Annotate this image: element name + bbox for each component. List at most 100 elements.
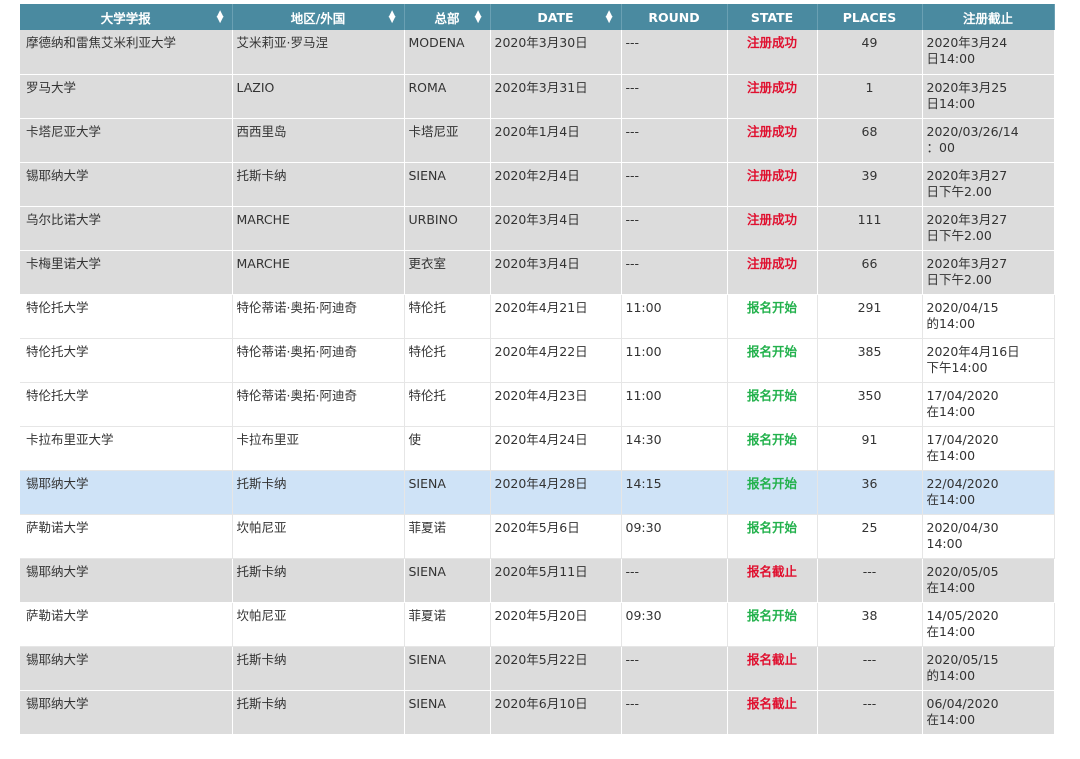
cell-deadline: 2020年3月25 日14:00 (922, 74, 1055, 119)
deadline-line-1: 2020年3月24 (926, 35, 1008, 50)
deadline-line-2: 在14:00 (926, 491, 976, 507)
deadline-line-2: 下午14:00 (926, 359, 988, 375)
sort-icon[interactable]: ▲ ▼ (606, 10, 613, 25)
table-row[interactable]: 特伦托大学 特伦蒂诺·奥拓·阿迪奇 特伦托 2020年4月21日 11:00 报名开始 29… (20, 294, 1055, 339)
cell-deadline: 17/04/2020 在14:00 (922, 382, 1055, 427)
cell-round: 11:00 (621, 382, 728, 427)
cell-state: 注册成功 (727, 74, 818, 119)
cell-headquarters: 卡塔尼亚 (404, 118, 491, 163)
deadline-line-1: 2020/05/15 (926, 651, 999, 667)
cell-deadline: 2020/05/05 在14:00 (922, 558, 1055, 603)
deadline-line-2: ：00 (926, 139, 955, 155)
sort-icon[interactable]: ▲ ▼ (389, 10, 396, 25)
cell-region: MARCHE (232, 206, 405, 251)
deadline-line-1: 2020年4月16日 (926, 343, 1020, 359)
header-university[interactable]: 大学学报 ▲ ▼ (20, 4, 233, 30)
table-row[interactable]: 乌尔比诺大学 MARCHE URBINO 2020年3月4日 --- 注册成功 111 202… (20, 206, 1055, 251)
cell-university: 特伦托大学 (20, 338, 233, 383)
table-row[interactable]: 萨勒诺大学 坎帕尼亚 菲夏诺 2020年5月6日 09:30 报名开始 25 2020/04/… (20, 514, 1055, 559)
cell-round: --- (621, 118, 728, 163)
cell-region: 特伦蒂诺·奥拓·阿迪奇 (232, 294, 405, 339)
cell-places: 91 (817, 426, 923, 471)
header-headquarters[interactable]: 总部 ▲ ▼ (404, 4, 491, 30)
header-round: ROUND (621, 4, 728, 30)
header-deadline: 注册截止 (922, 4, 1055, 30)
header-region[interactable]: 地区/外国 ▲ ▼ (232, 4, 405, 30)
cell-places: 291 (817, 294, 923, 339)
table-row[interactable]: 锡耶纳大学 托斯卡纳 SIENA 2020年5月22日 --- 报名截止 --- 2020/0… (20, 646, 1055, 691)
table-row[interactable]: 罗马大学 LAZIO ROMA 2020年3月31日 --- 注册成功 1 2020年3月25… (20, 74, 1055, 119)
cell-places: 39 (817, 162, 923, 207)
cell-state: 报名开始 (727, 338, 818, 383)
deadline-line-1: 17/04/2020 (926, 387, 999, 403)
cell-university: 卡拉布里亚大学 (20, 426, 233, 471)
cell-round: --- (621, 74, 728, 119)
deadline-line-2: 的14:00 (926, 667, 976, 683)
cell-state: 注册成功 (727, 250, 818, 295)
cell-date: 2020年5月11日 (490, 558, 622, 603)
cell-places: --- (817, 558, 923, 603)
cell-headquarters: 菲夏诺 (404, 602, 491, 647)
cell-deadline: 2020/05/15 的14:00 (922, 646, 1055, 691)
cell-deadline: 2020年4月16日 下午14:00 (922, 338, 1055, 383)
sort-icon[interactable]: ▲ ▼ (475, 10, 482, 25)
cell-round: 09:30 (621, 514, 728, 559)
cell-headquarters: 菲夏诺 (404, 514, 491, 559)
cell-date: 2020年1月4日 (490, 118, 622, 163)
cell-state: 报名截止 (727, 558, 818, 603)
deadline-line-2: 日下午2.00 (926, 227, 992, 243)
table-row[interactable]: 卡拉布里亚大学 卡拉布里亚使 2020年4月24日 14:30 报名开始 91 17/04/… (20, 426, 1055, 471)
deadline-line-1: 2020/05/05 (926, 563, 999, 579)
sort-icon[interactable]: ▲ ▼ (217, 10, 224, 25)
cell-university: 摩德纳和雷焦艾米利亚大学 (20, 30, 233, 75)
cell-round: --- (621, 30, 728, 75)
table-row[interactable]: 萨勒诺大学 坎帕尼亚 菲夏诺 2020年5月20日 09:30 报名开始 38 14/05/2… (20, 602, 1055, 647)
cell-region: 托斯卡纳 (232, 470, 405, 515)
table-row[interactable]: 锡耶纳大学 托斯卡纳 SIENA 2020年5月11日 --- 报名截止 --- 2020/0… (20, 558, 1055, 603)
cell-date: 2020年4月21日 (490, 294, 622, 339)
cell-round: 14:15 (621, 470, 728, 515)
header-date[interactable]: DATE ▲ ▼ (490, 4, 622, 30)
table-row[interactable]: 摩德纳和雷焦艾米利亚大学 艾米莉亚·罗马涅 MODENA 2020年3月30日 --- 注… (20, 30, 1055, 75)
cell-date: 2020年3月4日 (490, 250, 622, 295)
deadline-line-2: 在14:00 (926, 623, 976, 639)
cell-round: 09:30 (621, 602, 728, 647)
cell-date: 2020年2月4日 (490, 162, 622, 207)
cell-region: 西西里岛 (232, 118, 405, 163)
cell-region: 托斯卡纳 (232, 690, 405, 735)
deadline-line-1: 17/04/2020 (926, 431, 999, 447)
table-row[interactable]: 卡塔尼亚大学 西西里岛 卡塔尼亚 2020年1月4日 --- 注册成功 68 2020/03/… (20, 118, 1055, 163)
cell-date: 2020年5月6日 (490, 514, 622, 559)
table-row[interactable]: 特伦托大学 特伦蒂诺·奥拓·阿迪奇 特伦托 2020年4月22日 11:00 报名开始 38… (20, 338, 1055, 383)
cell-university: 萨勒诺大学 (20, 514, 233, 559)
cell-date: 2020年3月31日 (490, 74, 622, 119)
cell-headquarters: SIENA (404, 558, 491, 603)
table-row[interactable]: 卡梅里诺大学 MARCHE 更衣室 2020年3月4日 --- 注册成功 66 2020年3月… (20, 250, 1055, 295)
cell-university: 锡耶纳大学 (20, 646, 233, 691)
cell-state: 注册成功 (727, 118, 818, 163)
table-row[interactable]: 锡耶纳大学 托斯卡纳 SIENA 2020年4月28日 14:15 报名开始 36 22/04… (20, 470, 1055, 515)
cell-region: 卡拉布里亚 (232, 426, 405, 471)
cell-region: 特伦蒂诺·奥拓·阿迪奇 (232, 338, 405, 383)
table-row[interactable]: 锡耶纳大学 托斯卡纳 SIENA 2020年2月4日 --- 注册成功 39 2020年3月2… (20, 162, 1055, 207)
cell-university: 锡耶纳大学 (20, 470, 233, 515)
cell-date: 2020年3月4日 (490, 206, 622, 251)
cell-date: 2020年4月24日 (490, 426, 622, 471)
cell-headquarters: 特伦托 (404, 294, 491, 339)
cell-region: 托斯卡纳 (232, 646, 405, 691)
cell-headquarters: 更衣室 (404, 250, 491, 295)
cell-state: 报名开始 (727, 382, 818, 427)
table-row[interactable]: 锡耶纳大学 托斯卡纳 SIENA 2020年6月10日 --- 报名截止 --- 06/04/… (20, 690, 1055, 735)
cell-region: 坎帕尼亚 (232, 514, 405, 559)
table-row[interactable]: 特伦托大学 特伦蒂诺·奥拓·阿迪奇 特伦托 2020年4月23日 11:00 报名开始 35… (20, 382, 1055, 427)
deadline-line-1: 14/05/2020 (926, 607, 999, 623)
cell-deadline: 2020年3月27 日下午2.00 (922, 250, 1055, 295)
cell-headquarters: MODENA (404, 30, 491, 75)
cell-headquarters: URBINO (404, 206, 491, 251)
cell-places: 49 (817, 30, 923, 75)
cell-state: 报名开始 (727, 294, 818, 339)
cell-deadline: 14/05/2020 在14:00 (922, 602, 1055, 647)
table-header-row: 大学学报 ▲ ▼ 地区/外国 ▲ ▼ 总部 ▲ ▼ DATE ▲ ▼ ROUND STATE P… (20, 4, 1055, 30)
cell-university: 特伦托大学 (20, 382, 233, 427)
cell-round: --- (621, 206, 728, 251)
